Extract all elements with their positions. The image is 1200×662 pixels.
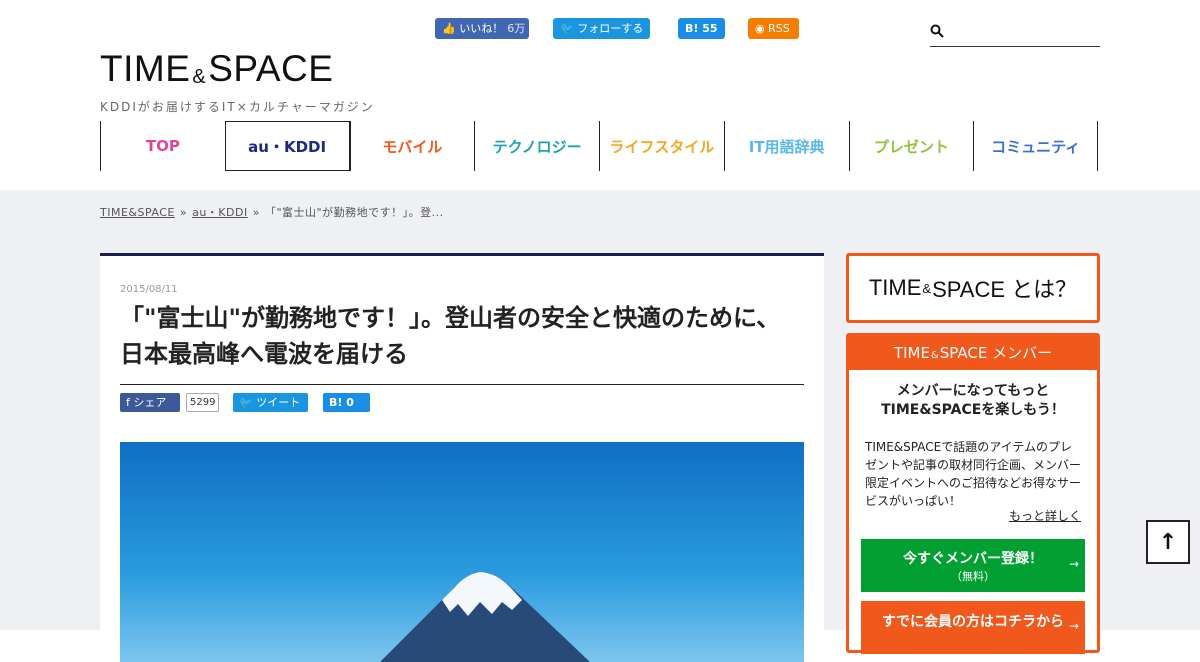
article-date: 2015/08/11 [120,284,178,295]
twitter-follow-button[interactable]: 🐦 フォローする [553,18,650,39]
hatena-bookmark-button[interactable]: B! 55 [678,18,725,39]
nav-item-community[interactable]: コミュニティ [973,121,1098,171]
site-logo[interactable]: TIME &SPACE KDDIがお届けするIT×カルチャーマガジン [100,50,375,115]
arrow-right-icon: → [1068,619,1079,633]
nav-item-mobile[interactable]: モバイル [349,121,475,171]
global-nav: TOP au・KDDI モバイル テクノロジー ライフスタイル IT用語辞典 プ… [100,121,1098,171]
rss-button[interactable]: ◉ RSS [748,18,799,39]
nav-item-it-glossary[interactable]: IT用語辞典 [723,121,849,171]
search-box [930,20,1100,47]
nav-item-lifestyle[interactable]: ライフスタイル [599,121,724,171]
rss-icon: ◉ [755,22,765,35]
tweet-button[interactable]: 🐦 ツイート [233,393,308,412]
arrow-up-icon: ↑ [1158,529,1178,555]
member-catchphrase: メンバーになってもっと TIME&SPACEを楽しもう！ [881,383,1065,418]
back-to-top-button[interactable]: ↑ [1146,520,1190,564]
breadcrumb-home[interactable]: TIME&SPACE [100,206,175,219]
twitter-bird-icon: 🐦 [560,22,574,35]
register-button[interactable]: 今すぐメンバー登録！ （無料） → [861,539,1085,592]
site-tagline: KDDIがお届けするIT×カルチャーマガジン [100,100,375,114]
breadcrumb-category[interactable]: au・KDDI [192,206,248,219]
like-count: 6万 [507,22,526,35]
article-title: 「"富士山"が勤務地です！」。登山者の安全と快適のために、日本最高峰へ電波を届け… [120,300,804,385]
login-button[interactable]: すでに会員の方はコチラから → [861,601,1085,654]
nav-item-technology[interactable]: テクノロジー [474,121,599,171]
member-panel: TIME&SPACE メンバー メンバーになってもっと TIME&SPACEを楽… [846,333,1100,654]
arrow-right-icon: → [1068,557,1079,571]
member-panel-header: TIME&SPACE メンバー [849,336,1097,370]
facebook-like-button[interactable]: 👍 いいね！ 6万 [435,18,529,39]
facebook-share-button[interactable]: f シェア [120,393,180,412]
twitter-bird-icon: 🐦 [239,396,253,409]
breadcrumb: TIME&SPACE» au・KDDI» 「"富士山"が勤務地です！」。登... [100,206,444,219]
member-more-link[interactable]: もっと詳しく [1009,507,1081,524]
nav-item-au-kddi[interactable]: au・KDDI [224,121,350,171]
about-time-space-banner[interactable]: TIME & SPACE とは？ [846,253,1100,323]
share-count: 5299 [186,393,220,412]
hatena-share-button[interactable]: B! 0 [323,393,370,412]
member-description: TIME&SPACEで話題のアイテムのプレゼントや記事の取材同行企画、メンバー限… [865,440,1082,508]
hero-image [120,442,804,662]
thumbs-up-icon: 👍 [442,22,456,35]
site-header: 👍 いいね！ 6万 🐦 フォローする B! 55 ◉ RSS TIME &SPACE… [0,0,1200,190]
search-input[interactable] [952,22,1098,42]
breadcrumb-current: 「"富士山"が勤務地です！」。登... [264,206,444,219]
search-icon[interactable] [930,24,944,38]
nav-item-present[interactable]: プレゼント [848,121,974,171]
facebook-icon: f [126,396,130,409]
article: 2015/08/11 「"富士山"が勤務地です！」。登山者の安全と快適のために、… [100,253,824,662]
nav-item-top[interactable]: TOP [100,121,225,171]
